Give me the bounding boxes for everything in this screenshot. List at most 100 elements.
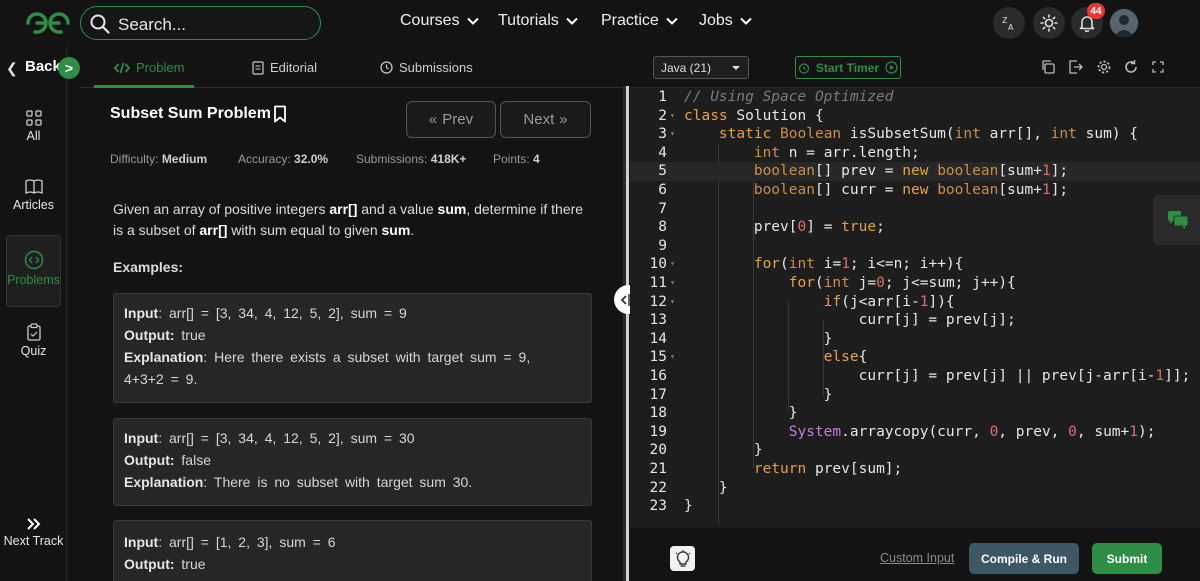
example-box: Input: arr[] = [3, 34, 4, 12, 5, 2], sum… — [113, 293, 592, 403]
code-line-current: 5 boolean[] prev = new boolean[sum+1]; — [630, 162, 1200, 181]
document-icon — [252, 60, 264, 75]
tab-editorial[interactable]: Editorial — [252, 60, 317, 75]
rail-item-label: Quiz — [20, 344, 47, 358]
code-editor[interactable]: 1// Using Space Optimized 2 ▾ class Soluti… — [630, 88, 1200, 528]
code-line: 7 — [658, 200, 667, 217]
problem-tabs: Problem Editorial Submissions — [80, 46, 623, 88]
gear-icon[interactable] — [1096, 59, 1112, 75]
svg-text:A: A — [1008, 23, 1014, 31]
top-bar: Search... Courses Tutorials Practice Job… — [0, 0, 1200, 46]
rail-item-label: Problems — [7, 273, 60, 287]
book-icon — [24, 179, 43, 195]
code-line: 4 int n = arr.length; — [658, 144, 920, 161]
fullscreen-icon[interactable] — [1152, 61, 1164, 73]
nav-jobs[interactable]: Jobs — [699, 12, 753, 30]
grid-icon — [25, 110, 42, 126]
code-line: 18 } — [649, 405, 798, 422]
translate-icon: Z A — [1002, 16, 1014, 31]
code-icon — [114, 62, 130, 73]
search-icon — [90, 14, 110, 34]
code-line: 8 prev[0] = true; — [658, 219, 885, 236]
submissions-count: Submissions: 418K+ — [356, 152, 467, 166]
active-tab-indicator — [94, 85, 194, 88]
lightbulb-icon — [675, 549, 690, 567]
submit-button[interactable]: Submit — [1092, 543, 1162, 574]
next-button[interactable]: Next » — [500, 101, 591, 138]
code-line: 23} — [649, 498, 693, 515]
examples-heading: Examples: — [113, 259, 184, 275]
code-line: 2 ▾ class Solution { — [658, 107, 824, 124]
code-line: 12 ▾ if(j<arr[i-1]){ — [649, 293, 955, 310]
play-circle-icon — [885, 61, 898, 74]
copy-icon[interactable] — [1040, 59, 1056, 75]
code-line: 19 System.arraycopy(curr, 0, prev, 0, su… — [649, 423, 1156, 440]
code-line: 10 ▾ for(int i=1; i<=n; i++){ — [649, 256, 964, 273]
rail-item-all[interactable]: All — [0, 110, 67, 178]
next-track-button[interactable]: Next Track — [0, 517, 67, 581]
rail-item-problems[interactable]: Problems — [6, 235, 61, 307]
code-line: 13 curr[j] = prev[j]; — [649, 312, 1016, 329]
translate-button[interactable]: Z A — [993, 7, 1025, 39]
file-export-icon[interactable] — [1067, 59, 1083, 75]
reset-icon[interactable] — [1123, 59, 1139, 75]
search-input[interactable]: Search... — [118, 15, 186, 35]
chat-button[interactable] — [1153, 195, 1200, 245]
chevron-down-icon — [740, 17, 752, 25]
back-label: Back — [25, 58, 61, 75]
difficulty: Difficulty: Medium — [110, 152, 208, 166]
clipboard-icon — [26, 323, 41, 341]
nav-courses[interactable]: Courses — [400, 12, 480, 30]
code-line: 3 ▾ static Boolean isSubsetSum(int arr[],… — [658, 126, 1139, 143]
chevron-left-icon: ❮ — [6, 60, 18, 76]
chevron-down-icon — [566, 17, 578, 25]
rail-item-label: Articles — [13, 198, 54, 212]
example-box: Input: arr[] = [1, 2, 3], sum = 6 Output… — [113, 520, 592, 581]
code-line: 16 curr[j] = prev[j] || prev[j-arr[i-1]]… — [649, 368, 1191, 384]
chevron-down-icon — [732, 66, 740, 70]
chevron-down-icon — [466, 17, 479, 25]
code-line: 11 ▾ for(int j=0; j<=sum; j++){ — [649, 275, 1016, 291]
bookmark-icon[interactable] — [273, 105, 287, 123]
points: Points: 4 — [493, 152, 540, 166]
splitter-bar[interactable] — [626, 86, 629, 581]
rail-item-quiz[interactable]: Quiz — [0, 323, 67, 391]
code-line: 17 } — [649, 386, 833, 403]
rail-item-label: All — [26, 129, 41, 143]
hint-button[interactable] — [670, 546, 695, 571]
gfg-logo[interactable] — [24, 10, 72, 36]
nav-practice[interactable]: Practice — [601, 12, 679, 30]
code-line: 15 ▾ else{ — [649, 349, 868, 366]
problem-panel: Problem Editorial Submissions Subset Sum… — [80, 46, 623, 581]
problem-description: Given an array of positive integers arr[… — [113, 201, 584, 238]
code-line: 20 } — [649, 442, 763, 459]
custom-input-link[interactable]: Custom Input — [880, 551, 954, 565]
code-circle-icon — [24, 250, 43, 270]
language-select[interactable]: Java (21) — [653, 56, 749, 79]
double-chevron-right-icon — [26, 518, 40, 530]
avatar[interactable] — [1110, 9, 1138, 37]
avatar-image — [1110, 9, 1138, 37]
code-line: 1// Using Space Optimized — [658, 89, 894, 105]
clock-icon — [380, 61, 393, 74]
chat-icon — [1168, 211, 1189, 229]
notification-badge: 44 — [1087, 3, 1105, 19]
search-box[interactable]: Search... — [80, 6, 321, 40]
tab-problem[interactable]: Problem — [114, 60, 184, 75]
double-chevron-right-icon: » — [559, 111, 568, 128]
code-line: 21 return prev[sum]; — [649, 461, 903, 477]
compile-run-button[interactable]: Compile & Run — [969, 543, 1079, 574]
sun-icon — [1040, 14, 1058, 32]
theme-toggle-button[interactable] — [1033, 7, 1065, 39]
example-box: Input: arr[] = [3, 34, 4, 12, 5, 2], sum… — [113, 418, 592, 506]
alarm-clock-icon — [798, 62, 810, 74]
nav-tutorials[interactable]: Tutorials — [498, 12, 579, 30]
tab-submissions[interactable]: Submissions — [380, 60, 473, 75]
code-line: 9 — [658, 237, 667, 254]
prev-button[interactable]: « Prev — [406, 101, 496, 138]
collapse-panel-toggle[interactable]: > — [58, 57, 80, 79]
double-chevron-left-icon: « — [428, 111, 438, 128]
start-timer-button[interactable]: Start Timer — [795, 56, 901, 79]
back-button[interactable]: ❮ Back > — [0, 46, 80, 88]
code-line: 6 boolean[] curr = new boolean[sum+1]; — [658, 182, 1069, 198]
code-line: 14 } — [649, 330, 833, 347]
